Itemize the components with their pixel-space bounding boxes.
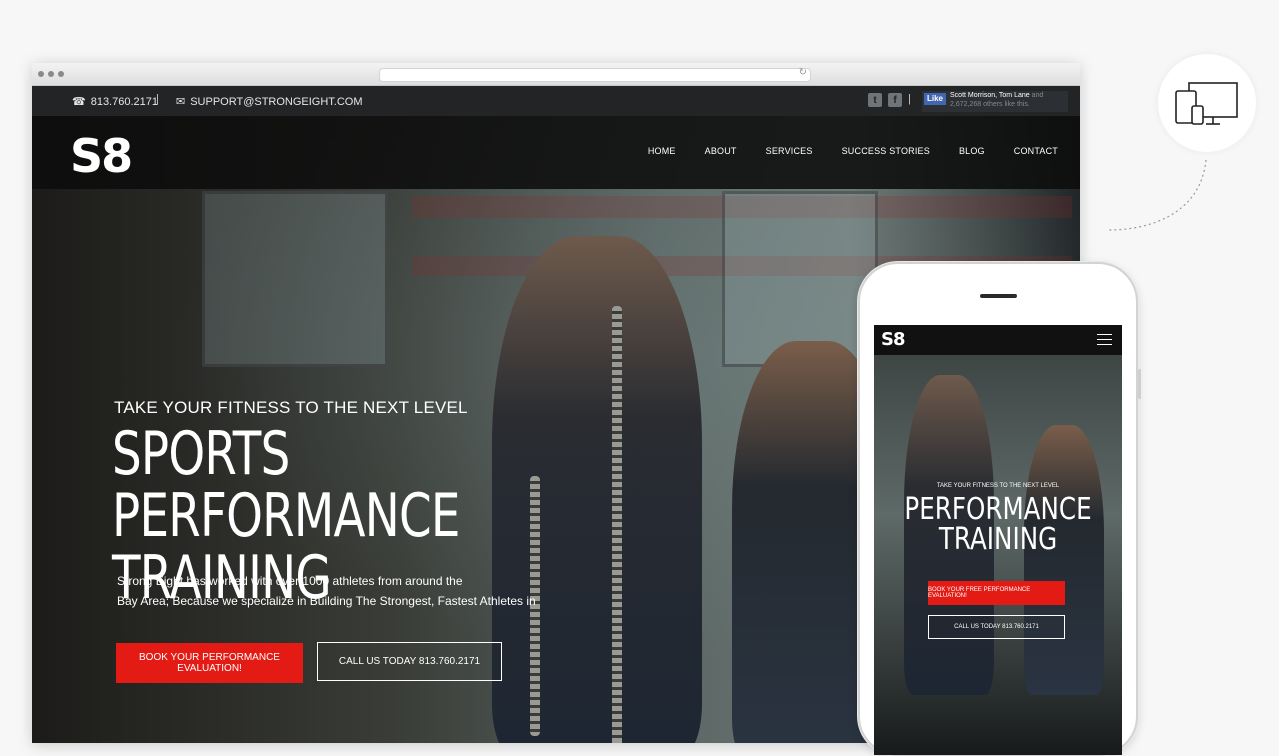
topbar-divider-2: | [908, 93, 911, 105]
background-window [202, 191, 388, 367]
nav-success-stories[interactable]: SUCCESS STORIES [842, 146, 930, 156]
main-navbar: S8 HOME ABOUT SERVICES SUCCESS STORIES B… [32, 116, 1080, 189]
mobile-title-line-2: TRAINING [938, 522, 1058, 557]
nav-services[interactable]: SERVICES [766, 146, 813, 156]
nav-home[interactable]: HOME [648, 146, 676, 156]
s8-logo[interactable]: S8 [70, 130, 136, 182]
facebook-icon[interactable]: f [888, 93, 902, 107]
mobile-call-us-button[interactable]: CALL US TODAY 813.760.2171 [928, 615, 1065, 639]
phone-speaker [980, 294, 1017, 298]
battle-chain [612, 306, 622, 743]
phone-icon: ☎ [72, 96, 86, 108]
mobile-title: PERFORMANCE TRAINING [896, 495, 1099, 555]
hero-description-line-2: Bay Area; Because we specialize in Build… [117, 594, 536, 608]
nav-about[interactable]: ABOUT [705, 146, 737, 156]
envelope-icon: ✉ [176, 96, 186, 108]
fb-count: 2,672,268 others like this. [950, 101, 1030, 108]
headline-line-1: SPORTS PERFORMANCE [112, 419, 460, 551]
mobile-s8-logo[interactable]: S8 [881, 329, 905, 350]
minimize-dot-icon[interactable] [48, 71, 54, 77]
fb-names[interactable]: Scott Morrison, Tom Lane [950, 92, 1030, 99]
fb-like-label: Like [927, 94, 944, 103]
phone-side-button [1138, 369, 1141, 399]
browser-chrome: ↻ [32, 63, 1080, 86]
phone-mockup: S8 TAKE YOUR FITNESS TO THE NEXT LEVEL P… [858, 262, 1141, 756]
phone-number: 813.760.2171 [90, 95, 158, 108]
hamburger-menu-icon[interactable] [1097, 334, 1112, 349]
reload-icon[interactable]: ↻ [799, 67, 807, 78]
nav-blog[interactable]: BLOG [959, 146, 985, 156]
email-address: SUPPORT@STRONGEIGHT.COM [190, 95, 363, 108]
mobile-hero: TAKE YOUR FITNESS TO THE NEXT LEVEL PERF… [874, 355, 1122, 755]
mobile-title-line-1: PERFORMANCE [904, 492, 1092, 527]
book-evaluation-button[interactable]: BOOK YOUR PERFORMANCE EVALUATION! [116, 643, 303, 683]
facebook-like-widget: Like Scott Morrison, Tom Lane and 2,672,… [922, 91, 1068, 112]
fb-and: and [1031, 92, 1044, 99]
topbar-email[interactable]: ✉ SUPPORT@STRONGEIGHT.COM [176, 95, 363, 109]
nav-menu: HOME ABOUT SERVICES SUCCESS STORIES BLOG… [648, 146, 1058, 156]
maximize-dot-icon[interactable] [58, 71, 64, 77]
responsive-devices-badge [1158, 54, 1256, 152]
nav-contact[interactable]: CONTACT [1014, 146, 1058, 156]
responsive-devices-icon [1175, 82, 1238, 125]
mobile-athlete-female [1024, 425, 1104, 695]
social-links: t f [868, 93, 902, 107]
address-bar[interactable]: ↻ [379, 67, 811, 82]
connector-dashed-line [1107, 159, 1207, 231]
mobile-kicker: TAKE YOUR FITNESS TO THE NEXT LEVEL [936, 483, 1060, 489]
hero-description: Strong Eight has worked with over 1000 a… [117, 571, 537, 611]
hero-description-line-1: Strong Eight has worked with over 1000 a… [117, 574, 463, 588]
phone-screen: S8 TAKE YOUR FITNESS TO THE NEXT LEVEL P… [874, 325, 1122, 755]
mobile-navbar: S8 [874, 325, 1122, 355]
topbar-divider: | [156, 93, 159, 105]
top-info-bar: ☎ 813.760.2171 | ✉ SUPPORT@STRONGEIGHT.C… [32, 86, 1080, 116]
hero-kicker: TAKE YOUR FITNESS TO THE NEXT LEVEL [114, 398, 468, 417]
topbar-phone[interactable]: ☎ 813.760.2171 [72, 95, 158, 109]
fb-like-text: Scott Morrison, Tom Lane and 2,672,268 o… [950, 91, 1043, 112]
twitter-icon[interactable]: t [868, 93, 882, 107]
call-us-button[interactable]: CALL US TODAY 813.760.2171 [317, 642, 502, 681]
window-controls [38, 71, 64, 77]
fb-like-button[interactable]: Like [924, 93, 947, 105]
mobile-book-evaluation-button[interactable]: BOOK YOUR FREE PERFORMANCE EVALUATION! [928, 581, 1065, 605]
close-dot-icon[interactable] [38, 71, 44, 77]
